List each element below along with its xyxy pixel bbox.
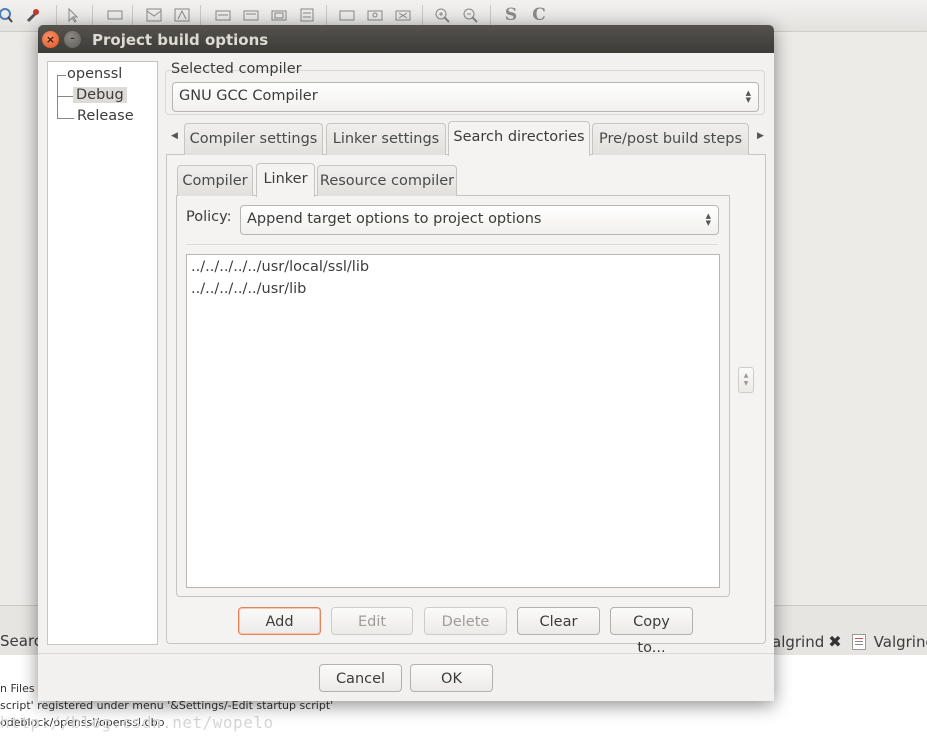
image-icon[interactable]	[145, 6, 163, 24]
tab-scroll-right-icon[interactable]: ▶	[757, 131, 764, 141]
tree-connector	[57, 75, 58, 119]
toolbar-separator	[422, 5, 423, 27]
tab-search-directories[interactable]: Search directories	[448, 121, 590, 156]
panel-icon[interactable]	[338, 6, 356, 24]
panel-icon[interactable]	[270, 6, 288, 24]
list-item[interactable]: ../../../../../usr/local/ssl/lib	[191, 259, 369, 275]
tree-connector	[57, 96, 74, 97]
close-tab-icon[interactable]: ✖	[828, 632, 841, 651]
watermark-text: http://blog.csdn.net/wopelo	[0, 713, 274, 732]
rectangle-icon[interactable]	[106, 6, 124, 24]
panel-icon[interactable]	[214, 6, 232, 24]
panel-icon[interactable]	[242, 6, 260, 24]
tree-item-release[interactable]: Release	[77, 108, 134, 124]
toolbar-separator	[200, 5, 201, 27]
selected-compiler-label: Selected compiler	[171, 61, 302, 77]
compiler-select-value: GNU GCC Compiler	[179, 88, 318, 104]
toolbar-separator	[490, 5, 491, 27]
minimize-window-icon[interactable]: –	[64, 31, 81, 48]
build-target-tree: openssl Debug Release	[47, 61, 158, 645]
subtab-resource-compiler[interactable]: Resource compiler	[317, 165, 457, 196]
toolbar-separator	[92, 5, 93, 27]
reorder-spinner[interactable]: ▲ ▼	[738, 367, 754, 393]
delete-button[interactable]: Delete	[424, 607, 507, 635]
tab-scroll-left-icon[interactable]: ◀	[171, 131, 178, 141]
ok-button[interactable]: OK	[410, 664, 493, 692]
policy-select[interactable]: Append target options to project options…	[240, 205, 719, 235]
policy-label: Policy:	[186, 209, 232, 225]
tab-pre-post-build-steps[interactable]: Pre/post build steps	[592, 123, 749, 155]
frame-icon[interactable]	[173, 6, 191, 24]
bottom-tabs-right: algrind ✖ Valgrind	[772, 632, 927, 651]
panel-icon[interactable]	[394, 6, 412, 24]
letter-s-button[interactable]: S	[502, 6, 520, 24]
toolbar-separator	[326, 5, 327, 27]
policy-select-value: Append target options to project options	[247, 211, 542, 227]
tree-item-openssl[interactable]: openssl	[67, 66, 122, 82]
edit-button[interactable]: Edit	[331, 607, 413, 635]
policy-separator	[186, 244, 718, 245]
subtab-compiler[interactable]: Compiler	[177, 165, 253, 196]
zoom-in-icon[interactable]	[433, 6, 451, 24]
list-item[interactable]: ../../../../../usr/lib	[191, 281, 306, 297]
close-window-icon[interactable]: ×	[42, 31, 59, 48]
add-button[interactable]: Add	[238, 607, 321, 635]
updown-arrows-icon: ▲ ▼	[745, 89, 751, 104]
tab-linker-settings[interactable]: Linker settings	[326, 123, 446, 155]
panel-icon[interactable]	[366, 6, 384, 24]
copy-to-button[interactable]: Copy to...	[610, 607, 693, 656]
zoom-out-icon[interactable]	[461, 6, 479, 24]
letter-c-button[interactable]: C	[530, 6, 548, 24]
zoom-icon[interactable]	[0, 6, 14, 24]
bottom-tab-valgrind[interactable]: Valgrind	[874, 633, 927, 651]
tree-connector	[57, 118, 74, 119]
tree-item-debug[interactable]: Debug	[73, 87, 127, 103]
project-build-options-dialog: × – Project build options openssl Debug …	[38, 25, 774, 701]
bottom-tab-valgrind-label[interactable]: algrind	[772, 633, 824, 651]
toolbar-separator	[56, 5, 57, 27]
updown-arrows-icon: ▲ ▼	[705, 212, 711, 227]
pointer-icon[interactable]	[64, 6, 82, 24]
cancel-button[interactable]: Cancel	[319, 664, 402, 692]
wrench-icon[interactable]	[24, 6, 42, 24]
compiler-select[interactable]: GNU GCC Compiler ▲ ▼	[172, 82, 759, 112]
toolbar-separator	[132, 5, 133, 27]
tab-compiler-settings[interactable]: Compiler settings	[184, 123, 323, 155]
dialog-titlebar[interactable]: × – Project build options	[38, 25, 774, 53]
note-icon	[851, 633, 866, 650]
tree-connector	[57, 75, 66, 76]
subtab-linker[interactable]: Linker	[256, 163, 315, 197]
dialog-button-separator	[38, 653, 774, 654]
dialog-title: Project build options	[92, 31, 269, 49]
panel-icon[interactable]	[298, 6, 316, 24]
clear-button[interactable]: Clear	[517, 607, 600, 635]
directory-list[interactable]: ../../../../../usr/local/ssl/lib ../../.…	[186, 254, 720, 588]
